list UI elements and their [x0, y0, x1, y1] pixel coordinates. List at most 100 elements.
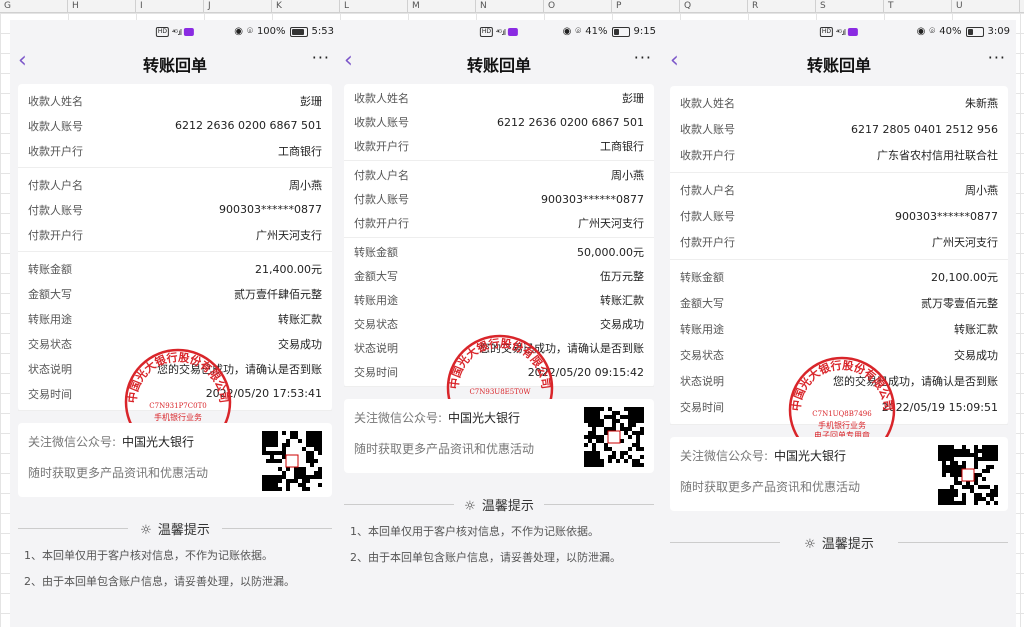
field-label: 金额大写: [354, 270, 398, 283]
transfer-row: 交易状态 交易成功: [670, 342, 1008, 368]
tips-title: 温馨提示: [821, 537, 874, 552]
tips-title: 温馨提示: [481, 499, 534, 514]
nav-bar: ‹ 转账回单 ···: [10, 46, 340, 80]
transfer-row: 金额大写 贰万零壹佰元整: [670, 290, 1008, 316]
sheet-column-U[interactable]: U: [952, 0, 1020, 12]
transfer-row: 交易时间 2022/05/20 09:15:42: [344, 360, 654, 384]
eye-icon: ◉: [234, 26, 243, 37]
qr-code-icon: [938, 445, 998, 505]
payee-row: 收款开户行 工商银行: [344, 134, 654, 158]
field-value: 彭珊: [622, 92, 644, 105]
payer-row: 付款人账号 900303******0877: [670, 203, 1008, 229]
field-value: 工商银行: [278, 144, 322, 158]
payee-section: 收款人姓名 彭珊 收款人账号 6212 2636 0200 6867 501 收款开户行…: [344, 84, 654, 161]
field-label: 付款人账号: [28, 203, 83, 217]
field-label: 付款开户行: [680, 236, 735, 249]
transfer-section: 转账金额 20,100.00元 金额大写 贰万零壹佰元整 转账用途 转账汇款 交易状态 交易成…: [670, 260, 1008, 425]
battery-percent: 41%: [585, 26, 608, 37]
more-icon[interactable]: ···: [634, 48, 652, 67]
field-label: 付款人账号: [354, 193, 409, 206]
payee-row: 收款人账号 6217 2805 0401 2512 956: [670, 116, 1008, 142]
more-icon[interactable]: ···: [312, 48, 330, 67]
sheet-column-Q[interactable]: Q: [680, 0, 748, 12]
tip-item: 1、本回单仅用于客户核对信息，不作为记账依据。: [24, 549, 273, 562]
field-value: 转账汇款: [600, 294, 644, 307]
column-letter: L: [344, 1, 350, 11]
status-bar: HD ⁴ᴳ.ıl ◉ ⌾ 40% 3:09: [662, 20, 1016, 46]
field-label: 收款人账号: [680, 123, 735, 136]
transfer-row: 转账金额 20,100.00元: [670, 264, 1008, 290]
payee-row: 收款人账号 6212 2636 0200 6867 501: [18, 113, 332, 138]
page-title: 转账回单: [142, 56, 207, 75]
field-label: 交易时间: [28, 387, 72, 401]
sheet-column-H[interactable]: H: [68, 0, 136, 12]
column-letter: N: [480, 1, 487, 11]
transfer-row: 金额大写 贰万壹仟肆佰元整: [18, 281, 332, 306]
sheet-column-T[interactable]: T: [884, 0, 952, 12]
lightbulb-icon: ☼: [140, 523, 152, 538]
payer-row: 付款开户行 广州天河支行: [18, 222, 332, 247]
signal-icon: ⁴ᴳ.ıl: [836, 27, 846, 37]
status-icons: HD ⁴ᴳ.ıl: [819, 27, 859, 37]
field-label: 收款开户行: [28, 144, 83, 158]
status-right: ◉ ⌾ 100% 5:53: [234, 26, 334, 37]
nav-bar: ‹ 转账回单 ···: [336, 46, 662, 80]
payee-row: 收款人姓名 彭珊: [18, 88, 332, 113]
field-label: 付款人户名: [28, 178, 83, 192]
battery-percent: 100%: [256, 26, 286, 37]
battery-icon: [611, 26, 630, 37]
more-icon[interactable]: ···: [988, 48, 1006, 67]
wechat-promo-card: 关注微信公众号: 中国光大银行 随时获取更多产品资讯和优惠活动: [670, 437, 1008, 511]
transfer-section: 转账金额 50,000.00元 金额大写 伍万元整 转账用途 转账汇款 交易状态 交易成功 状态…: [344, 238, 654, 387]
sheet-column-K[interactable]: K: [272, 0, 340, 12]
app-badge-icon: [848, 28, 859, 36]
field-label: 交易时间: [354, 366, 398, 379]
sheet-column-P[interactable]: P: [612, 0, 680, 12]
receipt-card: 收款人姓名 彭珊 收款人账号 6212 2636 0200 6867 501 收款开户行…: [344, 84, 654, 442]
field-value: 交易成功: [954, 349, 998, 362]
app-badge-icon: [184, 28, 195, 36]
transfer-row: 金额大写 伍万元整: [344, 264, 654, 288]
sheet-column-L[interactable]: L: [340, 0, 408, 12]
lightbulb-icon: ☼: [464, 499, 476, 514]
field-value: 周小燕: [965, 184, 998, 197]
field-label: 收款人姓名: [28, 94, 83, 108]
column-letter: U: [956, 1, 963, 11]
tips-header: ☼ 温馨提示: [10, 519, 340, 538]
field-value: 您的交易已成功，请确认是否到账: [157, 362, 322, 376]
field-value: 贰万壹仟肆佰元整: [234, 287, 322, 301]
battery-icon: [965, 26, 984, 37]
sheet-column-O[interactable]: O: [544, 0, 612, 12]
field-label: 收款开户行: [680, 149, 735, 162]
field-value: 朱新燕: [965, 97, 998, 110]
transfer-section: 转账金额 21,400.00元 金额大写 贰万壹仟肆佰元整 转账用途 转账汇款 交易状态 交易…: [18, 252, 332, 411]
field-value: 交易成功: [600, 318, 644, 331]
sheet-column-S[interactable]: S: [816, 0, 884, 12]
field-value: 转账汇款: [278, 312, 322, 326]
transfer-row: 转账金额 21,400.00元: [18, 256, 332, 281]
battery-percent: 40%: [939, 26, 962, 37]
sheet-column-N[interactable]: N: [476, 0, 544, 12]
payer-row: 付款人户名 周小燕: [18, 172, 332, 197]
field-value: 广州天河支行: [256, 228, 322, 242]
field-value: 900303******0877: [219, 203, 322, 216]
battery-icon: [289, 26, 308, 37]
signal-icon: ⁴ᴳ.ıl: [172, 27, 182, 37]
column-letter: S: [820, 1, 826, 11]
field-value: 6217 2805 0401 2512 956: [851, 122, 998, 136]
column-letter: I: [140, 1, 143, 11]
sheet-column-M[interactable]: M: [408, 0, 476, 12]
field-label: 金额大写: [28, 287, 72, 301]
field-value: 彭珊: [300, 94, 322, 108]
field-value: 广东省农村信用社联合社: [877, 149, 998, 162]
sheet-column-I[interactable]: I: [136, 0, 204, 12]
follow-label: 关注微信公众号:: [354, 411, 443, 425]
location-icon: ⌾: [929, 26, 936, 37]
field-value: 900303******0877: [895, 209, 998, 223]
sheet-column-G[interactable]: G: [0, 0, 68, 12]
sheet-column-R[interactable]: R: [748, 0, 816, 12]
sheet-column-J[interactable]: J: [204, 0, 272, 12]
location-icon: ⌾: [246, 26, 253, 37]
official-account-name: 中国光大银行: [448, 411, 521, 425]
field-label: 付款人户名: [680, 184, 735, 197]
